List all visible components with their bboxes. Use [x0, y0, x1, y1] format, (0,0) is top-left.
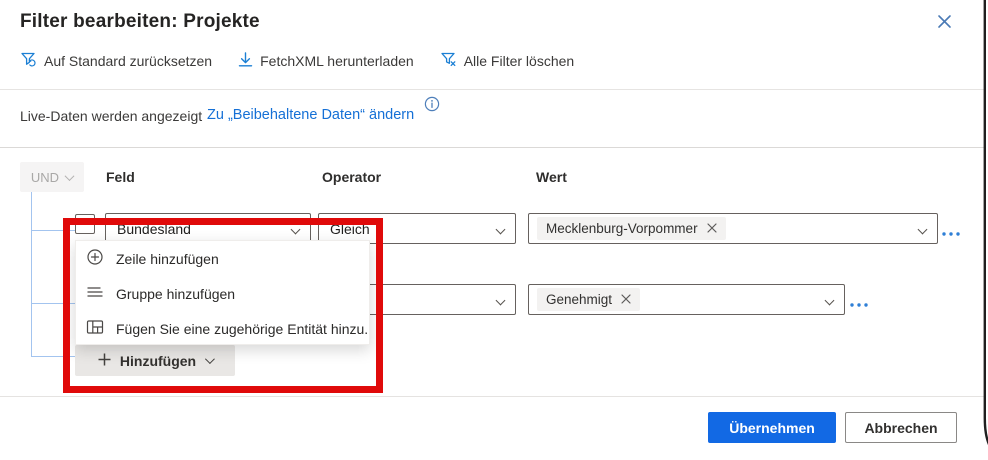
close-icon	[937, 14, 952, 34]
footer-divider	[0, 396, 985, 397]
menu-item-label: Zeile hinzufügen	[116, 251, 219, 267]
remove-tag-icon[interactable]	[621, 292, 631, 307]
column-header-field: Feld	[106, 169, 135, 185]
menu-item-add-group[interactable]: Gruppe hinzufügen	[76, 276, 369, 311]
menu-item-label: Fügen Sie eine zugehörige Entität hinzu.	[116, 321, 368, 337]
tree-connector-row2	[31, 303, 76, 304]
clear-all-filters-label: Alle Filter löschen	[464, 53, 575, 69]
operator-value-row1: Gleich	[330, 221, 370, 237]
chevron-down-icon	[291, 225, 301, 235]
menu-item-add-row[interactable]: Zeile hinzufügen	[76, 241, 369, 276]
add-button-label: Hinzufügen	[120, 353, 196, 369]
chevron-down-icon	[205, 354, 215, 364]
field-value-row1: Bundesland	[117, 221, 191, 237]
close-button[interactable]	[930, 10, 958, 38]
value-tag-label-row2: Genehmigt	[546, 292, 612, 307]
page-title: Filter bearbeiten: Projekte	[20, 11, 260, 33]
menu-item-add-related-entity[interactable]: Fügen Sie eine zugehörige Entität hinzu.	[76, 311, 369, 346]
download-icon	[238, 52, 253, 71]
related-entity-grid-icon	[86, 318, 104, 339]
remove-tag-icon[interactable]	[707, 221, 717, 236]
banner-divider	[0, 147, 985, 148]
filter-clear-icon	[440, 51, 457, 71]
more-commands-icon-row1[interactable]	[941, 224, 961, 242]
chevron-down-icon	[496, 225, 506, 235]
tree-connector-row1	[31, 230, 76, 231]
download-fetchxml-button[interactable]: FetchXML herunterladen	[238, 52, 414, 71]
filter-reset-icon	[20, 51, 37, 71]
value-combobox-row2[interactable]: Genehmigt	[528, 284, 845, 315]
add-button[interactable]: Hinzufügen	[75, 345, 235, 376]
apply-button[interactable]: Übernehmen	[708, 412, 836, 443]
download-fetchxml-label: FetchXML herunterladen	[260, 53, 414, 69]
header-divider	[0, 89, 985, 90]
row-checkbox[interactable]	[75, 214, 95, 234]
group-operator-dropdown[interactable]: UND	[20, 162, 84, 192]
menu-item-label: Gruppe hinzufügen	[116, 286, 235, 302]
column-header-value: Wert	[536, 169, 567, 185]
group-lines-icon	[86, 283, 104, 304]
group-operator-label: UND	[31, 170, 59, 185]
info-icon[interactable]	[424, 96, 440, 117]
filter-edit-dialog: Filter bearbeiten: Projekte Auf Standard…	[0, 0, 988, 460]
clear-all-filters-button[interactable]: Alle Filter löschen	[440, 51, 575, 71]
cancel-button-label: Abbrechen	[864, 420, 937, 436]
apply-button-label: Übernehmen	[729, 420, 815, 436]
tree-connector-add	[31, 356, 76, 357]
dialog-toolbar: Auf Standard zurücksetzen FetchXML herun…	[20, 48, 574, 74]
chevron-down-icon	[496, 296, 506, 306]
column-header-operator: Operator	[322, 169, 381, 185]
plus-icon	[98, 353, 111, 369]
circle-plus-icon	[86, 248, 104, 269]
live-data-status-text: Live-Daten werden angezeigt	[20, 108, 202, 124]
chevron-down-icon	[65, 171, 75, 181]
chevron-down-icon	[825, 296, 835, 306]
value-tag: Mecklenburg-Vorpommer	[537, 217, 726, 240]
add-context-menu: Zeile hinzufügen Gruppe hinzufügen Fügen…	[75, 240, 370, 345]
cancel-button[interactable]: Abbrechen	[845, 412, 957, 443]
chevron-down-icon	[918, 225, 928, 235]
value-tag-label-row1: Mecklenburg-Vorpommer	[546, 221, 698, 236]
value-combobox-row1[interactable]: Mecklenburg-Vorpommer	[528, 213, 938, 244]
more-commands-icon-row2[interactable]	[849, 295, 869, 313]
value-tag: Genehmigt	[537, 288, 640, 311]
tree-connector-vertical	[31, 192, 32, 357]
switch-retained-data-link[interactable]: Zu „Beibehaltene Daten“ ändern	[207, 107, 414, 123]
reset-to-default-button[interactable]: Auf Standard zurücksetzen	[20, 51, 212, 71]
reset-to-default-label: Auf Standard zurücksetzen	[44, 53, 212, 69]
